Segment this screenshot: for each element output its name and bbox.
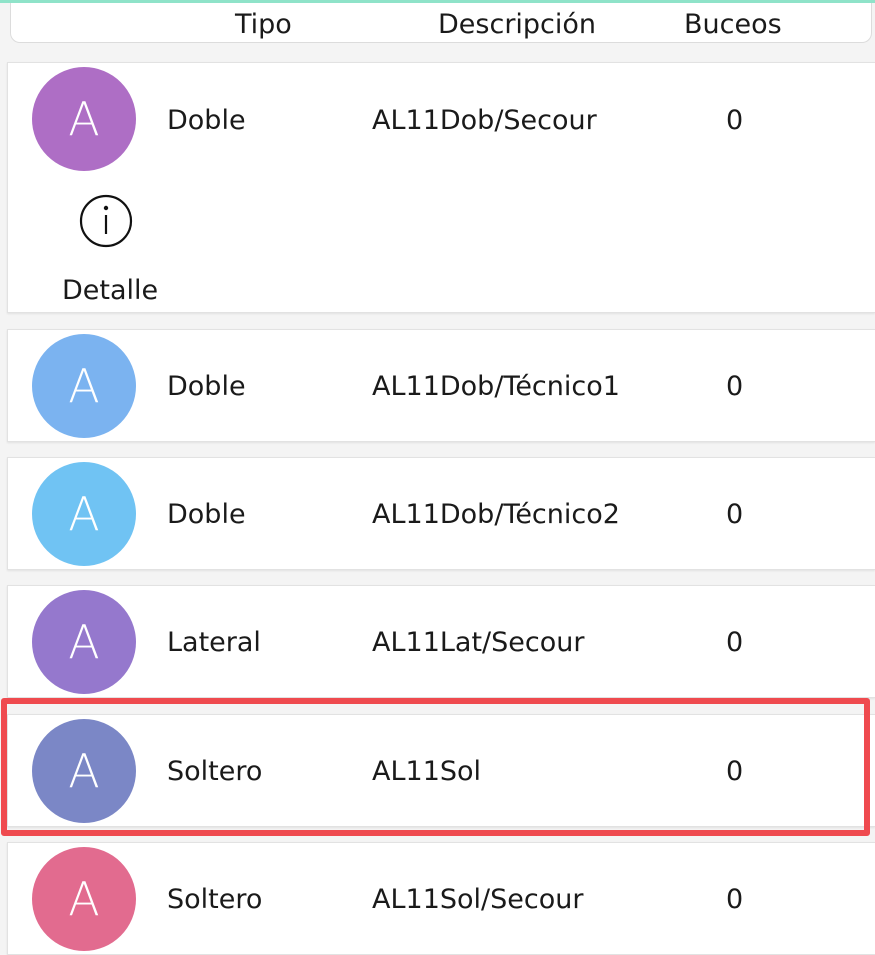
list-item[interactable]: A Doble AL11Dob/Técnico1 0 [7,329,875,442]
cell-descripcion: AL11Sol [372,756,482,787]
list-item[interactable]: A Lateral AL11Lat/Secour 0 [7,585,875,698]
cell-tipo: Soltero [167,756,263,787]
cell-tipo: Doble [167,499,246,530]
header-tipo[interactable]: Tipo [235,9,292,40]
header-buceos[interactable]: Buceos [684,9,782,40]
cell-descripcion: AL11Dob/Técnico1 [372,371,620,402]
detail-button-label[interactable]: Detalle [62,275,158,306]
avatar: A [32,590,136,694]
cell-buceos: 0 [726,756,744,787]
table-header: Tipo Descripción Buceos [10,3,872,43]
avatar: A [32,334,136,438]
cell-buceos: 0 [726,627,744,658]
avatar-letter: A [68,359,100,413]
avatar-letter: A [68,744,100,798]
cell-tipo: Doble [167,371,246,402]
avatar-letter: A [68,615,100,669]
cell-tipo: Lateral [167,627,261,658]
avatar-letter: A [68,487,100,541]
avatar: A [32,847,136,951]
avatar-letter: A [68,872,100,926]
list-item[interactable]: A Soltero AL11Sol/Secour 0 [7,842,875,955]
cell-tipo: Doble [167,105,246,136]
header-descripcion[interactable]: Descripción [438,9,596,40]
avatar: A [32,67,136,171]
cell-descripcion: AL11Lat/Secour [372,627,585,658]
cell-tipo: Soltero [167,884,263,915]
avatar: A [32,719,136,823]
list-item-expanded[interactable]: A Doble AL11Dob/Secour 0 Detalle [7,62,875,313]
avatar-letter: A [68,92,100,146]
cell-descripcion: AL11Dob/Técnico2 [372,499,620,530]
cell-buceos: 0 [726,884,744,915]
list-item-selected[interactable]: A Soltero AL11Sol 0 [7,714,875,827]
cell-descripcion: AL11Sol/Secour [372,884,584,915]
cell-descripcion: AL11Dob/Secour [372,105,597,136]
avatar: A [32,462,136,566]
cell-buceos: 0 [726,499,744,530]
cell-buceos: 0 [726,371,744,402]
list-item[interactable]: A Doble AL11Dob/Técnico2 0 [7,457,875,570]
cell-buceos: 0 [726,105,744,136]
info-icon[interactable] [78,193,134,249]
